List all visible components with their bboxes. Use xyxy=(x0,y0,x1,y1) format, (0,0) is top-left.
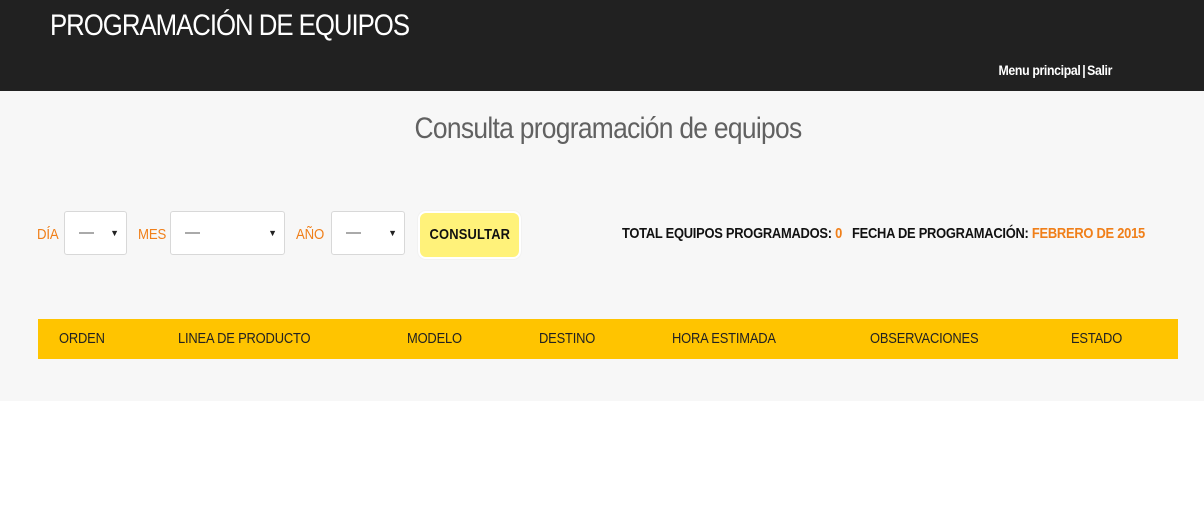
top-navigation: Menu principal | Salir xyxy=(998,61,1112,79)
fecha-programacion-label: FECHA DE PROGRAMACIÓN: xyxy=(851,225,1029,242)
menu-principal-link[interactable]: Menu principal xyxy=(998,62,1080,78)
column-header-linea-de-producto: LINEA DE PRODUCTO xyxy=(178,330,311,347)
total-equipos-value: 0 xyxy=(835,225,842,242)
nav-separator: | xyxy=(1082,62,1086,78)
mes-select[interactable]: — ▼ xyxy=(170,211,285,255)
dropdown-arrow-icon: ▼ xyxy=(110,228,119,238)
total-equipos-label: TOTAL EQUIPOS PROGRAMADOS: xyxy=(622,225,832,242)
top-bar: PROGRAMACIÓN DE EQUIPOS Menu principal | S… xyxy=(0,0,1204,91)
column-header-observaciones: OBSERVACIONES xyxy=(870,330,979,347)
anio-select-value: — xyxy=(346,224,361,241)
main-content: Consulta programación de equipos DÍA — ▼… xyxy=(0,91,1204,401)
column-header-modelo: MODELO xyxy=(407,330,462,347)
column-header-destino: DESTINO xyxy=(539,330,596,347)
dia-select-value: — xyxy=(79,224,94,241)
column-header-orden: ORDEN xyxy=(59,330,105,347)
table-header: ORDEN LINEA DE PRODUCTO MODELO DESTINO H… xyxy=(38,319,1178,359)
dropdown-arrow-icon: ▼ xyxy=(268,228,277,238)
column-header-hora-estimada: HORA ESTIMADA xyxy=(672,330,776,347)
dia-label: DÍA xyxy=(37,226,59,243)
app-title: PROGRAMACIÓN DE EQUIPOS xyxy=(50,9,410,42)
programming-summary: TOTAL EQUIPOS PROGRAMADOS: 0 FECHA DE PR… xyxy=(622,224,1145,244)
anio-select[interactable]: — ▼ xyxy=(331,211,405,255)
column-header-estado: ESTADO xyxy=(1071,330,1123,347)
page-title: Consulta programación de equipos xyxy=(414,112,803,145)
mes-label: MES xyxy=(138,226,167,243)
consultar-button-label: CONSULTAR xyxy=(429,226,510,243)
salir-link[interactable]: Salir xyxy=(1087,62,1112,78)
mes-select-value: — xyxy=(185,224,200,241)
anio-label: AÑO xyxy=(296,226,325,243)
consultar-button[interactable]: CONSULTAR xyxy=(418,211,521,259)
dia-select[interactable]: — ▼ xyxy=(64,211,127,255)
fecha-programacion-value: FEBRERO DE 2015 xyxy=(1031,225,1145,242)
dropdown-arrow-icon: ▼ xyxy=(388,228,397,238)
